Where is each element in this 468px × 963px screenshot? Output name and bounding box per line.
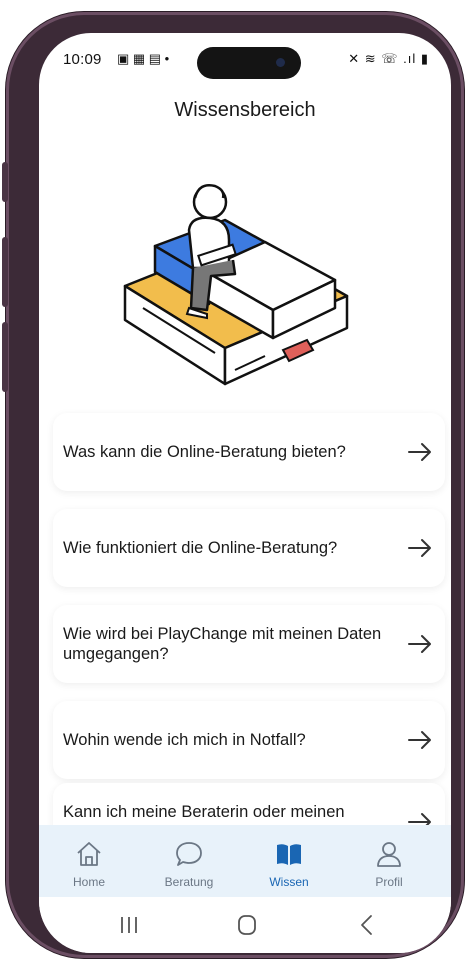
volume-up-button [2, 237, 8, 307]
faq-question: Wohin wende ich mich in Notfall? [63, 731, 306, 749]
tab-profil[interactable]: Profil [339, 825, 439, 897]
home-icon [77, 842, 101, 866]
faq-item[interactable]: Was kann die Online-Beratung bieten? [53, 413, 445, 491]
bottom-tab-bar: Home Beratung Wissen Profil [39, 825, 451, 897]
volume-down-button [2, 322, 8, 392]
faq-question: Wie funktioniert die Online-Beratung? [63, 539, 338, 557]
open-book-icon [277, 844, 301, 865]
faq-item[interactable]: Wie funktioniert die Online-Beratung? [53, 509, 445, 587]
person-icon [377, 842, 401, 867]
faq-item[interactable]: Wohin wende ich mich in Notfall? [53, 701, 445, 779]
faq-item[interactable]: Wie wird bei PlayChange mit meinen Daten… [53, 605, 445, 683]
home-nav-icon[interactable] [227, 911, 267, 939]
side-button [2, 162, 8, 202]
back-icon[interactable] [347, 911, 387, 939]
tab-home[interactable]: Home [39, 825, 139, 897]
notification-icons: ▣ ▦ ▤ • [117, 51, 170, 66]
tab-beratung[interactable]: Beratung [139, 825, 239, 897]
arrow-right-icon [408, 731, 431, 749]
chat-bubble-icon [176, 842, 202, 866]
status-time: 10:09 [63, 51, 102, 68]
phone-frame: 10:09 ▣ ▦ ▤ • ✕ ≋ ☏ .ıl ▮ Wissensbereich [2, 12, 464, 958]
faq-question: Wie wird bei PlayChange mit meinen Daten… [63, 625, 382, 663]
arrow-right-icon [408, 443, 431, 461]
tab-label: Home [72, 875, 105, 889]
arrow-right-icon [408, 635, 431, 653]
recent-apps-icon[interactable] [109, 911, 149, 939]
screen: 10:09 ▣ ▦ ▤ • ✕ ≋ ☏ .ıl ▮ Wissensbereich [39, 33, 451, 953]
tab-label: Beratung [164, 875, 214, 889]
tab-label: Profil [375, 875, 403, 889]
camera-lens [276, 58, 285, 67]
system-status-icons: ✕ ≋ ☏ .ıl ▮ [348, 51, 429, 66]
tab-wissen[interactable]: Wissen [239, 825, 339, 897]
arrow-right-icon [408, 539, 431, 557]
faq-question: Was kann die Online-Beratung bieten? [63, 443, 346, 461]
camera-cutout [197, 47, 301, 79]
reading-person-illustration [123, 184, 349, 386]
page-title: Wissensbereich [174, 99, 316, 121]
tab-label: Wissen [269, 875, 309, 889]
system-navigation-bar [39, 897, 451, 953]
